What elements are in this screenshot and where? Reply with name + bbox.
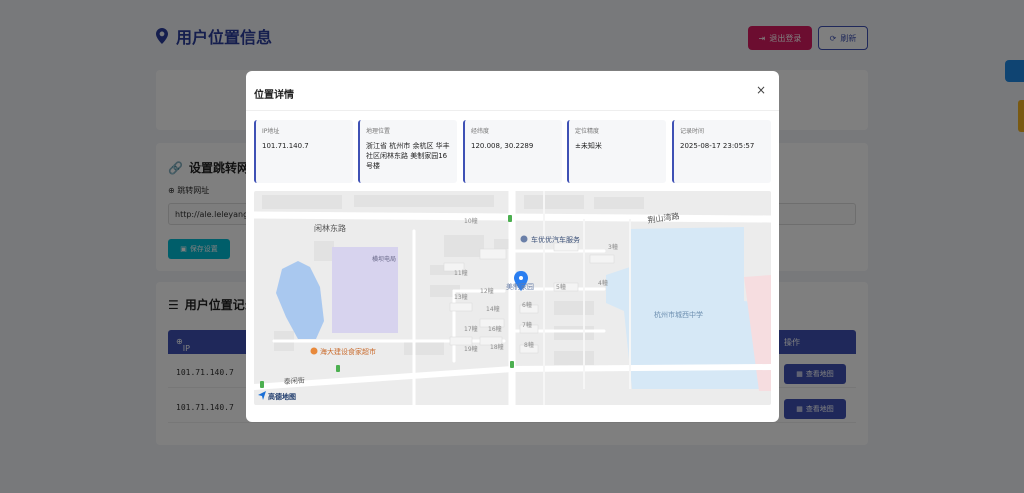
modal-divider — [246, 110, 779, 111]
info-value: 101.71.140.7 — [262, 142, 309, 150]
building-label: 14幢 — [486, 305, 500, 313]
info-label: 地理位置 — [366, 128, 391, 135]
info-value: 120.008, 30.2289 — [471, 142, 534, 150]
svg-text:高德地图: 高德地图 — [268, 392, 296, 401]
info-label: 经纬度 — [471, 128, 490, 135]
building-label: 17幢 — [464, 325, 478, 333]
building-label: 6幢 — [522, 301, 532, 309]
info-card-ip: IP地址 101.71.140.7 — [254, 120, 353, 183]
building-label: 8幢 — [524, 341, 534, 349]
building-label: 12幢 — [480, 287, 494, 295]
info-card-accuracy: 定位精度 ±未知米 — [567, 120, 666, 183]
info-value: 浙江省 杭州市 余杭区 华丰社区闲林东路 美制家园16号楼 — [366, 142, 450, 171]
svg-text:海大建设食家超市: 海大建设食家超市 — [320, 347, 376, 356]
info-value: 2025-08-17 23:05:57 — [680, 142, 755, 150]
building-label: 5幢 — [556, 283, 566, 291]
poi-school-label: 杭州市城西中学 — [654, 310, 703, 319]
building-label: 13幢 — [454, 293, 468, 301]
building-label: 19幢 — [464, 345, 478, 353]
svg-text:车优优汽车服务: 车优优汽车服务 — [531, 235, 580, 244]
building-label: 18幢 — [490, 343, 504, 351]
info-card-coordinates: 经纬度 120.008, 30.2289 — [463, 120, 562, 183]
info-value: ±未知米 — [575, 142, 602, 150]
close-icon[interactable]: × — [756, 83, 766, 97]
building-label: 10幢 — [464, 217, 478, 225]
info-card-time: 记录时间 2025-08-17 23:05:57 — [672, 120, 771, 183]
marker-label: 美制家园 — [506, 282, 534, 291]
building-label: 11幢 — [454, 269, 468, 277]
building-label: 4幢 — [598, 279, 608, 287]
building-label: 16幢 — [488, 325, 502, 333]
road-label: 泰闲街 — [284, 376, 306, 386]
info-label: 记录时间 — [680, 128, 705, 135]
road-label: 闲林东路 — [314, 223, 346, 233]
location-detail-modal: 位置详情 × IP地址 101.71.140.7 地理位置 浙江省 杭州市 余杭… — [246, 71, 779, 422]
info-label: IP地址 — [262, 128, 280, 135]
info-card-location: 地理位置 浙江省 杭州市 余杭区 华丰社区闲林东路 美制家园16号楼 — [358, 120, 457, 183]
poi-post-office: 横坝电局 — [372, 255, 396, 263]
building-label: 7幢 — [522, 321, 532, 329]
location-map[interactable]: 闲林东路 荆山湾路 泰闲街 车优优汽车服务 杭州市城西中学 海大建设食家超市 横… — [254, 191, 771, 405]
poi-supermarket: 海大建设食家超市 — [310, 347, 376, 356]
building-label: 3幢 — [608, 243, 618, 251]
modal-title: 位置详情 — [254, 90, 294, 101]
info-label: 定位精度 — [575, 128, 600, 135]
